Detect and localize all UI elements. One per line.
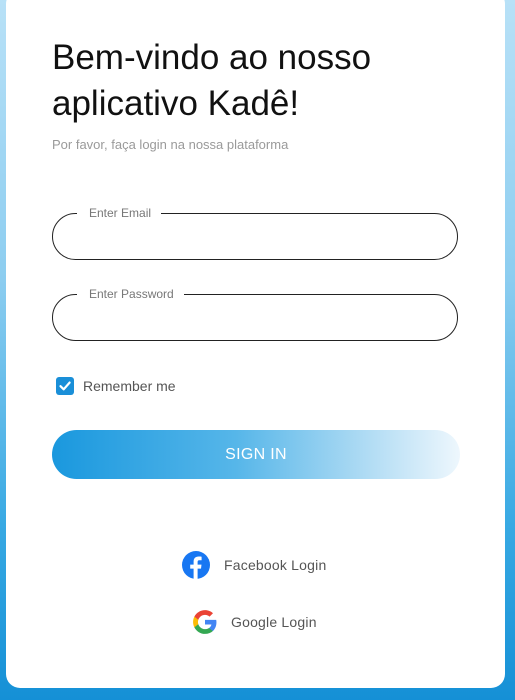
- page-subtitle: Por favor, faça login na nossa plataform…: [52, 137, 289, 152]
- facebook-icon: [182, 551, 210, 579]
- page-title: Bem-vindo ao nosso aplicativo Kadê!: [52, 38, 372, 123]
- remember-me[interactable]: Remember me: [56, 377, 176, 395]
- facebook-login-button[interactable]: Facebook Login: [182, 551, 326, 579]
- password-input[interactable]: [73, 305, 437, 333]
- sign-in-button[interactable]: SIGN IN: [52, 430, 460, 479]
- email-input[interactable]: [73, 224, 437, 252]
- password-field-label: Enter Password: [77, 286, 184, 302]
- facebook-login-label: Facebook Login: [224, 557, 327, 573]
- checkmark-icon: [59, 381, 71, 391]
- password-field[interactable]: Enter Password: [52, 286, 458, 341]
- email-field-label: Enter Email: [77, 205, 162, 221]
- google-login-button[interactable]: Google Login: [192, 609, 317, 635]
- email-field[interactable]: Enter Email: [52, 205, 458, 260]
- login-card: Bem-vindo ao nosso aplicativo Kadê! Por …: [6, 0, 505, 688]
- google-login-label: Google Login: [231, 614, 317, 630]
- remember-me-checkbox[interactable]: [56, 377, 74, 395]
- remember-me-label: Remember me: [83, 378, 176, 394]
- google-icon: [193, 610, 217, 634]
